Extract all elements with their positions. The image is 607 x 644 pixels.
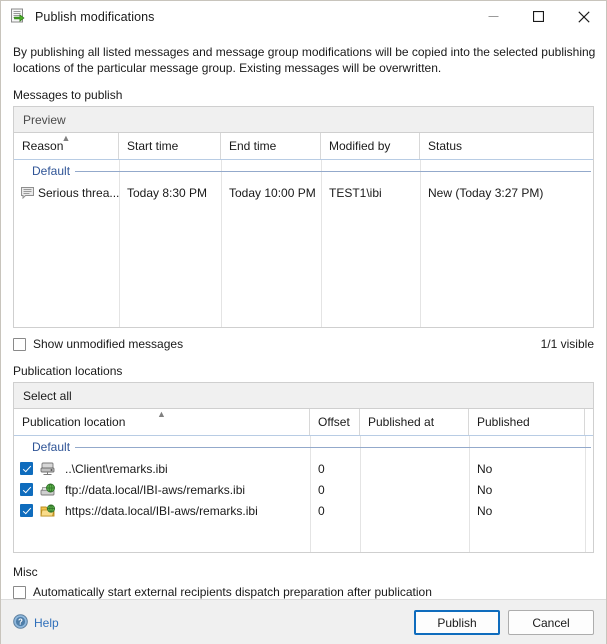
sort-ascending-icon: ▲ (157, 410, 166, 418)
cell-published-at (360, 479, 469, 500)
messages-footer-row: Show unmodified messages 1/1 visible (13, 336, 594, 352)
cell-offset: 0 (310, 479, 360, 500)
checkbox-box[interactable] (13, 338, 26, 351)
row-checkbox[interactable] (20, 483, 33, 496)
locations-table-body: Default (14, 436, 593, 552)
column-header-spacer (585, 409, 593, 435)
messages-group-label: Default (14, 164, 75, 178)
show-unmodified-messages-label: Show unmodified messages (33, 337, 183, 351)
column-header-end-time[interactable]: End time (221, 133, 321, 159)
cell-end-time: Today 10:00 PM (221, 182, 321, 203)
column-header-start-time[interactable]: Start time (119, 133, 221, 159)
table-row[interactable]: ftp://data.local/IBI-aws/remarks.ibi 0 N… (14, 479, 593, 500)
messages-preview-banner[interactable]: Preview (14, 107, 593, 133)
publish-modifications-dialog: Publish modifications By publishing all … (0, 0, 607, 644)
locations-group-row[interactable]: Default (14, 436, 593, 458)
auto-dispatch-checkbox[interactable]: Automatically start external recipients … (13, 585, 594, 599)
visible-count: 1/1 visible (541, 337, 594, 351)
intro-text: By publishing all listed messages and me… (13, 44, 596, 76)
window-controls (471, 1, 606, 32)
messages-table-body: Default Serious threa.. (14, 160, 593, 327)
dialog-footer: ? Help Publish Cancel (1, 599, 606, 644)
cell-published-at (360, 458, 469, 479)
column-header-offset[interactable]: Offset (310, 409, 360, 435)
cell-published: No (469, 458, 585, 479)
locations-section-label: Publication locations (13, 364, 594, 378)
help-link[interactable]: ? Help (13, 614, 59, 632)
column-header-reason[interactable]: ▲ Reason (14, 133, 119, 159)
network-drive-icon (40, 462, 56, 476)
https-folder-globe-icon (40, 504, 56, 518)
svg-text:?: ? (18, 617, 23, 626)
sort-ascending-icon: ▲ (62, 134, 71, 142)
cell-published: No (469, 479, 585, 500)
footer-buttons: Publish Cancel (414, 610, 594, 635)
message-icon (21, 187, 34, 199)
column-header-published-at[interactable]: Published at (360, 409, 469, 435)
cancel-button[interactable]: Cancel (508, 610, 594, 635)
maximize-button[interactable] (516, 1, 561, 32)
group-divider-line (75, 171, 591, 172)
locations-group-label: Default (14, 440, 75, 454)
messages-group-row[interactable]: Default (14, 160, 593, 182)
cell-start-time: Today 8:30 PM (119, 182, 221, 203)
cell-published: No (469, 500, 585, 521)
show-unmodified-messages-checkbox[interactable]: Show unmodified messages (13, 337, 183, 351)
locations-table-header: ▲ Publication location Offset Published … (14, 409, 593, 436)
cell-offset: 0 (310, 500, 360, 521)
cell-reason: Serious threa... (38, 186, 119, 200)
window-title: Publish modifications (35, 10, 155, 24)
ftp-globe-icon (40, 483, 56, 497)
cell-location: ftp://data.local/IBI-aws/remarks.ibi (65, 483, 245, 497)
row-checkbox[interactable] (20, 504, 33, 517)
cell-modified-by: TEST1\ibi (321, 182, 420, 203)
select-all-banner[interactable]: Select all (14, 383, 593, 409)
cell-status: New (Today 3:27 PM) (420, 182, 593, 203)
group-divider-line (75, 447, 591, 448)
column-header-published[interactable]: Published (469, 409, 585, 435)
auto-dispatch-label: Automatically start external recipients … (33, 585, 432, 599)
help-label: Help (34, 616, 59, 630)
locations-table: Select all ▲ Publication location Offset… (13, 382, 594, 553)
cell-location: https://data.local/IBI-aws/remarks.ibi (65, 504, 258, 518)
column-header-modified-by[interactable]: Modified by (321, 133, 420, 159)
minimize-button[interactable] (471, 1, 516, 32)
checkbox-box[interactable] (13, 586, 26, 599)
cell-published-at (360, 500, 469, 521)
help-circle-icon: ? (13, 614, 28, 632)
publish-button[interactable]: Publish (414, 610, 500, 635)
misc-section-label: Misc (13, 565, 594, 579)
table-row[interactable]: https://data.local/IBI-aws/remarks.ibi 0… (14, 500, 593, 521)
row-checkbox[interactable] (20, 462, 33, 475)
column-header-publication-location[interactable]: ▲ Publication location (14, 409, 310, 435)
close-button[interactable] (561, 1, 606, 32)
table-row[interactable]: ..\Client\remarks.ibi 0 No (14, 458, 593, 479)
cell-offset: 0 (310, 458, 360, 479)
publish-document-icon (10, 8, 27, 25)
cell-location: ..\Client\remarks.ibi (65, 462, 168, 476)
column-header-status[interactable]: Status (420, 133, 593, 159)
dialog-body: By publishing all listed messages and me… (1, 32, 606, 599)
messages-table-header: ▲ Reason Start time End time Modified by… (14, 133, 593, 160)
title-bar: Publish modifications (1, 1, 606, 32)
messages-table: Preview ▲ Reason Start time End time Mod… (13, 106, 594, 328)
messages-section-label: Messages to publish (13, 88, 594, 102)
table-row[interactable]: Serious threa... Today 8:30 PM Today 10:… (14, 182, 593, 203)
